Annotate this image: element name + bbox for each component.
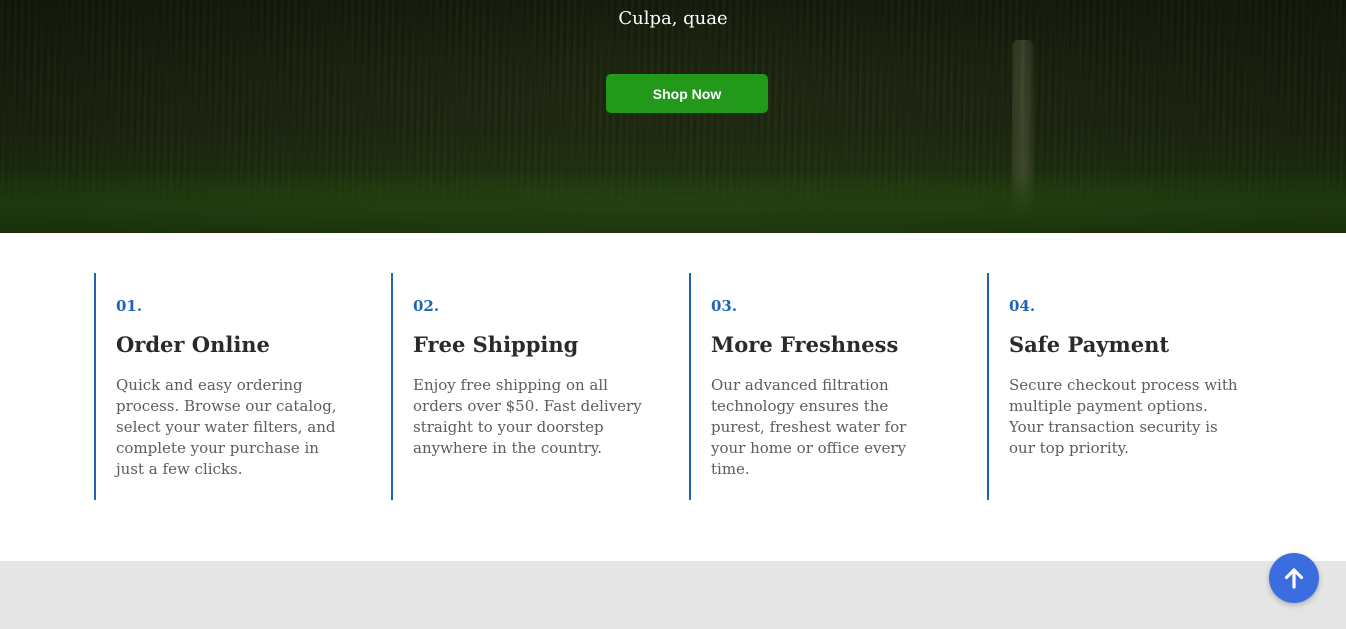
feature-title: Order Online: [116, 332, 270, 357]
hero-overlay: [0, 0, 1346, 233]
shop-now-button[interactable]: Shop Now: [606, 74, 768, 113]
feature-number: 04.: [1009, 297, 1036, 315]
scroll-to-top-button[interactable]: [1269, 553, 1319, 603]
arrow-up-icon: [1284, 568, 1304, 589]
feature-title: More Freshness: [711, 332, 899, 357]
feature-more-freshness: 03. More Freshness Our advanced filtrati…: [689, 273, 965, 500]
feature-number: 02.: [413, 297, 440, 315]
feature-description: Our advanced filtration technology ensur…: [711, 376, 907, 478]
feature-title: Safe Payment: [1009, 332, 1170, 357]
feature-safe-payment: 04. Safe Payment Secure checkout process…: [987, 273, 1263, 500]
hero-banner: Culpa, quae Shop Now: [0, 0, 1346, 233]
feature-order-online: 01. Order Online Quick and easy ordering…: [94, 273, 370, 500]
features-section: 01. Order Online Quick and easy ordering…: [0, 233, 1346, 561]
feature-description: Quick and easy ordering process. Browse …: [116, 376, 337, 478]
feature-number: 03.: [711, 297, 738, 315]
feature-title: Free Shipping: [413, 332, 579, 357]
hero-subtext: Culpa, quae: [618, 8, 728, 29]
feature-number: 01.: [116, 297, 143, 315]
feature-free-shipping: 02. Free Shipping Enjoy free shipping on…: [391, 273, 667, 500]
feature-description: Secure checkout process with multiple pa…: [1009, 376, 1238, 457]
footer-strip: [0, 561, 1346, 629]
feature-description: Enjoy free shipping on all orders over $…: [413, 376, 642, 457]
